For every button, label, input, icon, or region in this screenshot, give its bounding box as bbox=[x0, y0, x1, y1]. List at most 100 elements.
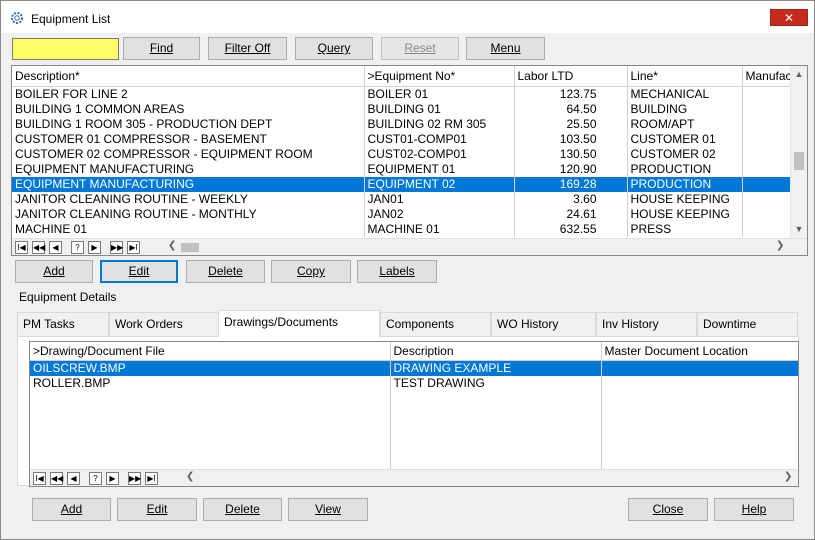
tab-components[interactable]: Components bbox=[380, 312, 491, 336]
scrollbar-thumb[interactable] bbox=[794, 152, 804, 170]
nav-prev-button[interactable]: ◀ bbox=[49, 241, 62, 254]
delete-drawing-button[interactable]: Delete bbox=[203, 498, 282, 521]
equipment-navigator-bar: I◀ ◀◀ ◀ ? ▶ ▶▶ ▶I ❮ ❯ bbox=[12, 238, 807, 255]
cell-description: CUSTOMER 02 COMPRESSOR - EQUIPMENT ROOM bbox=[12, 146, 365, 162]
table-row-empty bbox=[30, 390, 798, 471]
tab-wo-history[interactable]: WO History bbox=[491, 312, 596, 336]
tab-inv-history[interactable]: Inv History bbox=[596, 312, 697, 336]
add-equipment-button[interactable]: Add bbox=[15, 260, 93, 283]
empty-cell bbox=[390, 390, 602, 471]
drawings-tab-panel: >Drawing/Document File Description Maste… bbox=[17, 336, 799, 487]
chevron-left-icon[interactable]: ❮ bbox=[168, 240, 176, 251]
equipment-grid[interactable]: Description* >Equipment No* Labor LTD Li… bbox=[11, 65, 808, 256]
cell-equipment-no: CUST02-COMP01 bbox=[364, 146, 515, 162]
table-row[interactable]: MACHINE 01 MACHINE 01 632.55 PRESS bbox=[12, 221, 792, 237]
drawings-header-row: >Drawing/Document File Description Maste… bbox=[30, 342, 798, 361]
table-row[interactable]: CUSTOMER 02 COMPRESSOR - EQUIPMENT ROOM … bbox=[12, 146, 792, 162]
nav-next-page-button[interactable]: ▶▶ bbox=[128, 472, 141, 485]
equipment-vertical-scrollbar[interactable]: ▲ ▼ bbox=[790, 66, 807, 238]
nav-next-button[interactable]: ▶ bbox=[106, 472, 119, 485]
nav-next-page-button[interactable]: ▶▶ bbox=[110, 241, 123, 254]
cell-description: BUILDING 1 COMMON AREAS bbox=[12, 101, 365, 117]
search-input[interactable] bbox=[12, 38, 119, 60]
chevron-right-icon[interactable]: ❯ bbox=[776, 240, 784, 251]
cell-equipment-no: BOILER 01 bbox=[364, 86, 515, 102]
column-header-description[interactable]: Description* bbox=[12, 66, 365, 87]
cell-description: JANITOR CLEANING ROUTINE - WEEKLY bbox=[12, 191, 365, 207]
column-header-labor-ltd[interactable]: Labor LTD bbox=[514, 66, 628, 87]
nav-query-button[interactable]: ? bbox=[89, 472, 102, 485]
copy-equipment-button[interactable]: Copy bbox=[271, 260, 351, 283]
chevron-up-icon[interactable]: ▲ bbox=[791, 66, 807, 83]
chevron-left-icon[interactable]: ❮ bbox=[186, 471, 194, 482]
cell-description: BUILDING 1 ROOM 305 - PRODUCTION DEPT bbox=[12, 116, 365, 132]
equipment-list-window: Equipment List ✕ Find Filter Off Query R… bbox=[0, 0, 815, 540]
gear-icon bbox=[11, 12, 23, 24]
nav-last-button[interactable]: ▶I bbox=[145, 472, 158, 485]
column-header-drawing-file[interactable]: >Drawing/Document File bbox=[30, 342, 391, 361]
edit-drawing-button[interactable]: Edit bbox=[117, 498, 197, 521]
add-drawing-button[interactable]: Add bbox=[32, 498, 111, 521]
labels-button[interactable]: Labels bbox=[357, 260, 437, 283]
cell-line: ROOM/APT bbox=[627, 116, 743, 132]
cell-manufacturer bbox=[742, 161, 792, 177]
table-row[interactable]: BUILDING 1 COMMON AREAS BUILDING 01 64.5… bbox=[12, 101, 792, 117]
nav-first-button[interactable]: I◀ bbox=[15, 241, 28, 254]
chevron-right-icon[interactable]: ❯ bbox=[784, 471, 792, 482]
empty-cell bbox=[30, 390, 391, 471]
query-button[interactable]: Query bbox=[295, 37, 373, 60]
tab-work-orders[interactable]: Work Orders bbox=[109, 312, 219, 336]
cell-line: CUSTOMER 01 bbox=[627, 131, 743, 147]
tab-downtime[interactable]: Downtime bbox=[697, 312, 798, 336]
table-row[interactable]: ROLLER.BMP TEST DRAWING bbox=[30, 375, 798, 391]
delete-equipment-button[interactable]: Delete bbox=[186, 260, 265, 283]
cell-description: EQUIPMENT MANUFACTURING bbox=[12, 176, 365, 192]
close-window-button[interactable]: ✕ bbox=[770, 9, 808, 26]
cell-line: HOUSE KEEPING bbox=[627, 191, 743, 207]
cell-manufacturer bbox=[742, 131, 792, 147]
table-row[interactable]: JANITOR CLEANING ROUTINE - WEEKLY JAN01 … bbox=[12, 191, 792, 207]
cell-manufacturer bbox=[742, 176, 792, 192]
empty-cell bbox=[601, 390, 798, 471]
table-row[interactable]: JANITOR CLEANING ROUTINE - MONTHLY JAN02… bbox=[12, 206, 792, 222]
column-header-description[interactable]: Description bbox=[390, 342, 602, 361]
nav-prev-button[interactable]: ◀ bbox=[67, 472, 80, 485]
cell-labor-ltd: 123.75 bbox=[514, 86, 628, 102]
table-row[interactable]: BUILDING 1 ROOM 305 - PRODUCTION DEPT BU… bbox=[12, 116, 792, 132]
nav-next-button[interactable]: ▶ bbox=[88, 241, 101, 254]
cell-line: PRODUCTION bbox=[627, 161, 743, 177]
table-row[interactable]: EQUIPMENT MANUFACTURING EQUIPMENT 01 120… bbox=[12, 161, 792, 177]
help-button[interactable]: Help bbox=[714, 498, 794, 521]
view-drawing-button[interactable]: View bbox=[288, 498, 368, 521]
nav-first-button[interactable]: I◀ bbox=[33, 472, 46, 485]
tab-pm-tasks[interactable]: PM Tasks bbox=[17, 312, 109, 336]
find-button[interactable]: Find bbox=[123, 37, 200, 60]
nav-query-button[interactable]: ? bbox=[71, 241, 84, 254]
filter-off-button[interactable]: Filter Off bbox=[208, 37, 287, 60]
nav-last-button[interactable]: ▶I bbox=[127, 241, 140, 254]
column-header-equipment-no[interactable]: >Equipment No* bbox=[364, 66, 515, 87]
column-header-line[interactable]: Line* bbox=[627, 66, 743, 87]
table-row-selected[interactable]: EQUIPMENT MANUFACTURING EQUIPMENT 02 169… bbox=[12, 176, 792, 192]
tab-drawings-documents[interactable]: Drawings/Documents bbox=[218, 310, 380, 337]
menu-button[interactable]: Menu bbox=[466, 37, 545, 60]
cell-labor-ltd: 25.50 bbox=[514, 116, 628, 132]
cell-labor-ltd: 103.50 bbox=[514, 131, 628, 147]
edit-equipment-button[interactable]: Edit bbox=[100, 260, 178, 283]
title-bar: Equipment List ✕ bbox=[1, 1, 814, 33]
drawings-grid[interactable]: >Drawing/Document File Description Maste… bbox=[29, 341, 799, 487]
cell-manufacturer bbox=[742, 101, 792, 117]
table-row[interactable]: CUSTOMER 01 COMPRESSOR - BASEMENT CUST01… bbox=[12, 131, 792, 147]
cell-manufacturer bbox=[742, 116, 792, 132]
close-button[interactable]: Close bbox=[628, 498, 708, 521]
horizontal-scrollbar-thumb[interactable] bbox=[181, 243, 199, 252]
column-header-master-location[interactable]: Master Document Location bbox=[601, 342, 798, 361]
table-row-selected[interactable]: OILSCREW.BMP DRAWING EXAMPLE bbox=[30, 360, 798, 376]
nav-prev-page-button[interactable]: ◀◀ bbox=[32, 241, 45, 254]
nav-prev-page-button[interactable]: ◀◀ bbox=[50, 472, 63, 485]
cell-line: PRESS bbox=[627, 221, 743, 237]
table-row[interactable]: BOILER FOR LINE 2 BOILER 01 123.75 MECHA… bbox=[12, 86, 792, 102]
column-header-manufacturer[interactable]: Manufac bbox=[742, 66, 792, 87]
cell-labor-ltd: 3.60 bbox=[514, 191, 628, 207]
chevron-down-icon[interactable]: ▼ bbox=[791, 221, 807, 238]
